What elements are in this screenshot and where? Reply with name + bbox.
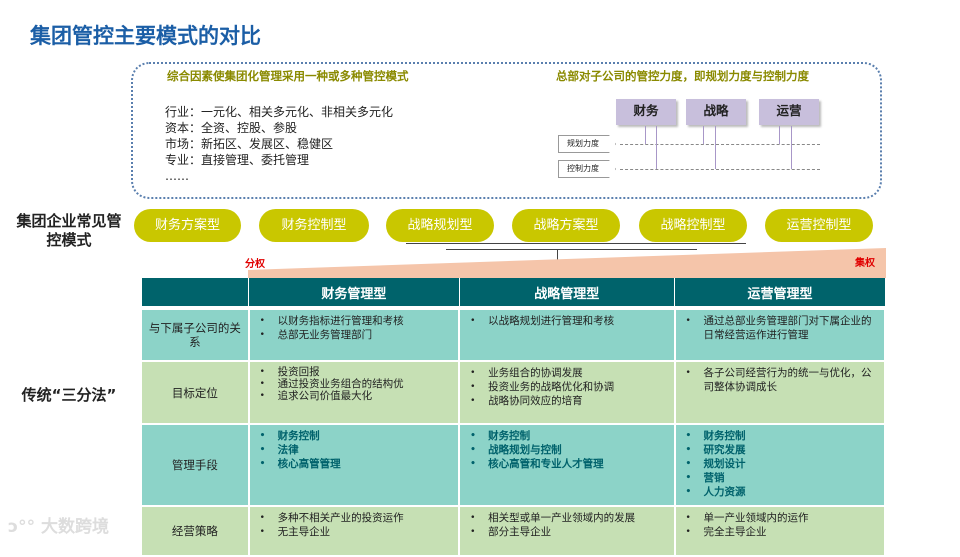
cell-item: 追求公司价值最大化 bbox=[260, 390, 450, 402]
cell-item: 法律 bbox=[260, 443, 450, 457]
header-operation: 运营管理型 bbox=[674, 278, 885, 310]
bracket-line bbox=[406, 243, 746, 244]
arrow bbox=[715, 126, 716, 169]
tag-strategy: 战略 bbox=[686, 99, 746, 125]
table-row: 与下属子公司的关系 以财务指标进行管理和考核总部无业务管理部门 以战略规划进行管… bbox=[140, 307, 886, 362]
comparison-table: 财务管理型战略管理型运营管理型 与下属子公司的关系 以财务指标进行管理和考核总部… bbox=[140, 278, 886, 557]
cell-item: 战略协同效应的培育 bbox=[470, 394, 665, 408]
centralized-label: 集权 bbox=[855, 258, 875, 269]
page-title: 集团管控主要模式的对比 bbox=[30, 24, 261, 48]
row-label: 管理手段 bbox=[140, 423, 250, 507]
cell-item: 财务控制 bbox=[470, 429, 665, 443]
header-blank bbox=[140, 278, 249, 310]
left-heading: 综合因素使集团化管理采用一种或多种管控模式 bbox=[167, 69, 409, 83]
cell-item: 规划设计 bbox=[686, 457, 877, 471]
table-row: 经营策略 多种不相关产业的投资运作无主导企业 相关型或单一产业领域内的发展部分主… bbox=[140, 505, 886, 557]
cell-item: 以财务指标进行管理和考核 bbox=[260, 314, 450, 328]
row-label: 与下属子公司的关系 bbox=[140, 307, 250, 362]
header-finance: 财务管理型 bbox=[248, 278, 460, 310]
table-row: 管理手段 财务控制法律核心高管管理 财务控制战略规划与控制核心高管和专业人才管理… bbox=[140, 423, 886, 507]
row-label: 经营策略 bbox=[140, 505, 250, 557]
mode-pill: 战略控制型 bbox=[639, 209, 747, 242]
cell-item: 通过投资业务组合的结构优 bbox=[260, 378, 450, 390]
watermark-text: 大数跨境 bbox=[41, 517, 109, 537]
arrow bbox=[645, 126, 646, 144]
decentralized-label: 分权 bbox=[245, 259, 265, 270]
modes-label: 集团企业常见管控模式 bbox=[16, 212, 122, 249]
planning-line bbox=[620, 144, 820, 145]
cell-item: 战略规划与控制 bbox=[470, 443, 665, 457]
measure-planning: 规划力度 bbox=[558, 135, 616, 153]
mode-pill: 财务方案型 bbox=[134, 209, 241, 242]
cell-item: 完全主导企业 bbox=[686, 525, 877, 539]
cell-item: 研究发展 bbox=[686, 443, 877, 457]
centralization-wedge bbox=[248, 248, 886, 278]
arrow bbox=[703, 126, 704, 144]
cell-item: 多种不相关产业的投资运作 bbox=[260, 511, 450, 525]
factor-item: 资本：全资、控股、参股 bbox=[165, 121, 298, 135]
cell-item: 无主导企业 bbox=[260, 525, 450, 539]
arrow bbox=[656, 126, 657, 169]
factor-item: 专业：直接管理、委托管理 bbox=[165, 153, 310, 167]
cell-item: 总部无业务管理部门 bbox=[260, 328, 450, 342]
cell-item: 营销 bbox=[686, 471, 877, 485]
cell-item: 财务控制 bbox=[686, 429, 877, 443]
factor-list: 行业：一元化、相关多元化、非相关多元化 资本：全资、控股、参股 市场：新拓区、发… bbox=[165, 104, 393, 184]
watermark-logo: ↄ°° 大数跨境 bbox=[8, 512, 109, 537]
tag-operation: 运营 bbox=[759, 99, 819, 125]
control-line bbox=[620, 169, 820, 170]
mode-pill: 战略规划型 bbox=[386, 209, 494, 242]
cell-item: 相关型或单一产业领域内的发展 bbox=[470, 511, 665, 525]
cell-item: 投资回报 bbox=[260, 366, 450, 378]
cell-item: 人力资源 bbox=[686, 485, 877, 499]
three-category-label: 传统“三分法” bbox=[21, 386, 117, 404]
factor-item: …… bbox=[165, 169, 189, 183]
arrow bbox=[779, 126, 780, 144]
header-strategy: 战略管理型 bbox=[458, 278, 675, 310]
right-heading: 总部对子公司的管控力度，即规划力度与控制力度 bbox=[556, 69, 809, 83]
cell-item: 单一产业领域内的运作 bbox=[686, 511, 877, 525]
cell-item: 业务组合的协调发展 bbox=[470, 366, 665, 380]
cell-item: 部分主导企业 bbox=[470, 525, 665, 539]
cell-item: 各子公司经营行为的统一与优化，公司整体协调成长 bbox=[686, 366, 877, 394]
arrow bbox=[791, 126, 792, 169]
cell-item: 投资业务的战略优化和协调 bbox=[470, 380, 665, 394]
logo-icon: ↄ°° bbox=[8, 517, 36, 537]
cell-item: 通过总部业务管理部门对下属企业的日常经营运作进行管理 bbox=[686, 314, 877, 342]
row-label: 目标定位 bbox=[140, 360, 250, 425]
cell-item: 财务控制 bbox=[260, 429, 450, 443]
cell-item: 核心高管管理 bbox=[260, 457, 450, 471]
mode-pill: 运营控制型 bbox=[765, 209, 873, 242]
factor-item: 市场：新拓区、发展区、稳健区 bbox=[165, 137, 334, 151]
table-row: 目标定位 投资回报通过投资业务组合的结构优追求公司价值最大化 业务组合的协调发展… bbox=[140, 360, 886, 425]
mode-pill: 财务控制型 bbox=[259, 209, 369, 242]
mode-pill: 战略方案型 bbox=[512, 209, 620, 242]
cell-item: 核心高管和专业人才管理 bbox=[470, 457, 665, 471]
cell-item: 以战略规划进行管理和考核 bbox=[470, 314, 665, 328]
measure-control: 控制力度 bbox=[558, 160, 616, 178]
factor-item: 行业：一元化、相关多元化、非相关多元化 bbox=[165, 105, 394, 119]
tag-finance: 财务 bbox=[616, 99, 676, 125]
